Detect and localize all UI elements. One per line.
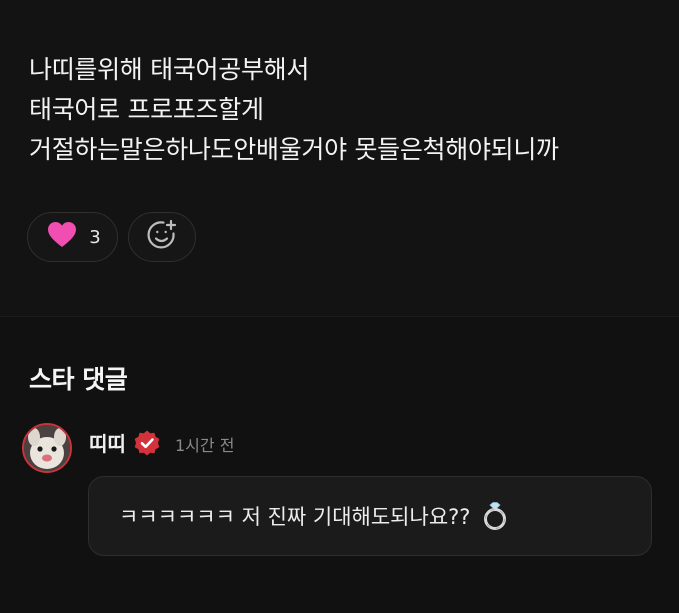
post-card: 나띠를위해 태국어공부해서 태국어로 프로포즈할게 거절하는말은하나도안배울거야… bbox=[0, 0, 679, 316]
star-comments-section: 스타 댓글 띠띠 1시간 전 ㅋㅋㅋㅋㅋㅋ 저 진짜 기대해도되나요?? bbox=[0, 317, 679, 613]
heart-icon bbox=[48, 222, 77, 252]
add-emoji-icon bbox=[146, 219, 178, 255]
comment-bubble: ㅋㅋㅋㅋㅋㅋ 저 진짜 기대해도되나요?? bbox=[88, 476, 652, 556]
add-reaction-button[interactable] bbox=[128, 212, 196, 262]
comment-text: ㅋㅋㅋㅋㅋㅋ 저 진짜 기대해도되나요?? bbox=[119, 505, 471, 529]
comment-author[interactable]: 띠띠 bbox=[89, 428, 126, 457]
reaction-bar: 3 bbox=[27, 212, 196, 262]
like-count: 3 bbox=[89, 226, 101, 248]
verified-badge-icon bbox=[133, 429, 161, 457]
ring-icon bbox=[480, 501, 510, 531]
post-line: 나띠를위해 태국어공부해서 bbox=[29, 55, 310, 84]
post-line: 태국어로 프로포즈할게 bbox=[29, 95, 264, 124]
section-title: 스타 댓글 bbox=[29, 365, 128, 394]
post-line: 거절하는말은하나도안배울거야 못들은척해야되니까 bbox=[29, 135, 559, 164]
avatar[interactable] bbox=[22, 423, 72, 473]
like-button[interactable]: 3 bbox=[27, 212, 118, 262]
post-body: 나띠를위해 태국어공부해서 태국어로 프로포즈할게 거절하는말은하나도안배울거야… bbox=[29, 50, 559, 170]
comment-timestamp: 1시간 전 bbox=[175, 436, 235, 455]
